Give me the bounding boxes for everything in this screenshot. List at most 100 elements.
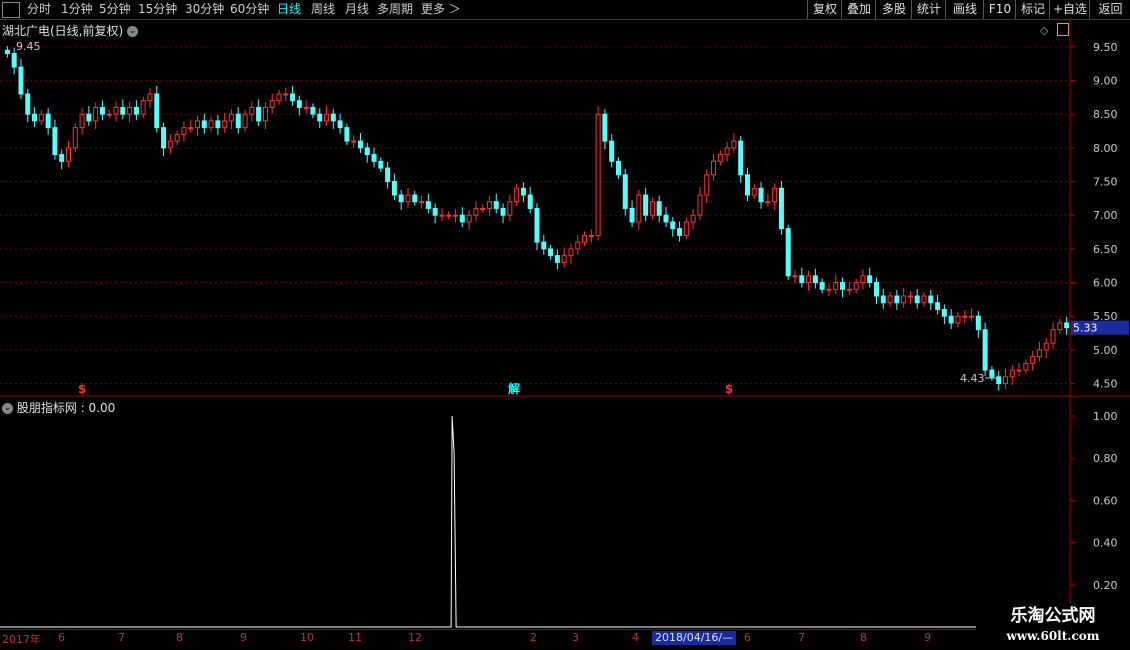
candle: [609, 134, 615, 168]
candle: [120, 99, 126, 120]
chevron-down-icon[interactable]: ⌄: [2, 403, 13, 414]
candle: [79, 108, 85, 135]
candle: [228, 109, 234, 129]
candle-body: [765, 201, 771, 204]
candle-body: [1064, 322, 1070, 329]
candle: [1002, 368, 1008, 389]
candle: [812, 268, 818, 289]
candle-body: [188, 127, 194, 130]
candle: [330, 109, 336, 129]
candle: [493, 193, 499, 214]
candle-body: [52, 127, 58, 156]
candle-body: [602, 113, 608, 142]
candle: [195, 115, 201, 136]
candle: [907, 290, 913, 305]
indicator-line: [0, 415, 1070, 628]
candle-body: [4, 49, 10, 55]
date-label: 2017年: [2, 633, 41, 646]
candle: [860, 269, 866, 290]
candle-body: [744, 174, 750, 196]
candle-body: [656, 201, 662, 216]
candle-body: [683, 221, 689, 236]
candle: [310, 103, 316, 119]
candle-body: [303, 106, 309, 109]
candle: [269, 93, 275, 114]
candle: [133, 100, 139, 121]
candle: [941, 304, 947, 325]
candle-body: [473, 207, 479, 216]
candle: [25, 88, 31, 123]
candle: [880, 288, 886, 309]
candle: [106, 110, 112, 119]
low-price-label: 4.43: [960, 372, 985, 385]
candle: [772, 183, 778, 210]
candle-body: [228, 113, 234, 122]
candle-body: [982, 329, 988, 371]
candle: [256, 99, 262, 126]
candle: [364, 142, 370, 163]
candle-body: [792, 275, 798, 278]
candle-body: [167, 140, 173, 149]
candle-body: [514, 187, 520, 203]
candle-body: [806, 275, 812, 284]
candle: [778, 181, 784, 235]
candle: [670, 216, 676, 237]
candle: [575, 235, 581, 255]
candle-body: [935, 302, 941, 310]
candle: [303, 100, 309, 114]
candle: [731, 133, 737, 153]
candle-body: [629, 207, 635, 223]
candle: [554, 249, 560, 270]
candle: [486, 195, 492, 216]
candle: [439, 208, 445, 222]
date-label: 11: [348, 631, 362, 644]
candle: [615, 157, 621, 179]
candle-body: [622, 174, 628, 209]
candle-body: [201, 120, 207, 129]
candle: [914, 288, 920, 309]
candle-body: [826, 288, 832, 291]
candle: [982, 322, 988, 377]
candle: [711, 154, 717, 181]
candle: [357, 133, 363, 153]
candle-body: [948, 315, 954, 324]
candle: [317, 108, 323, 128]
candle-body: [595, 113, 601, 236]
candle-body: [670, 221, 676, 230]
candle: [643, 187, 649, 222]
candle: [683, 217, 689, 240]
ind-y-tick-label: 0.40: [1093, 537, 1118, 550]
candle: [466, 210, 472, 231]
candle: [751, 184, 757, 200]
candle-body: [799, 275, 805, 284]
candle: [873, 277, 879, 305]
candle: [290, 85, 296, 106]
candle-body: [921, 295, 927, 304]
candle-body: [1036, 349, 1042, 358]
candle: [656, 195, 662, 223]
candle: [928, 289, 934, 310]
candle-body: [466, 214, 472, 223]
candle-body: [582, 234, 588, 243]
candle-body: [72, 127, 78, 149]
candle: [921, 291, 927, 307]
candle: [989, 366, 995, 381]
date-label: 7: [118, 631, 125, 644]
candle: [127, 102, 133, 123]
candle: [792, 269, 798, 283]
candle-body: [283, 93, 289, 96]
candle: [296, 95, 302, 116]
candle: [561, 247, 567, 268]
watermark-url: www.60lt.com: [1006, 629, 1100, 643]
y-tick-label: 4.50: [1093, 378, 1118, 391]
candle-body: [1050, 329, 1056, 344]
candle: [724, 141, 730, 162]
candle: [453, 209, 459, 223]
candle-body: [527, 194, 533, 209]
candle: [996, 370, 1002, 391]
candle-body: [554, 255, 560, 263]
candle-body: [357, 140, 363, 149]
candle-body: [894, 295, 900, 304]
candle-body: [772, 187, 778, 203]
candle-body: [256, 106, 262, 122]
